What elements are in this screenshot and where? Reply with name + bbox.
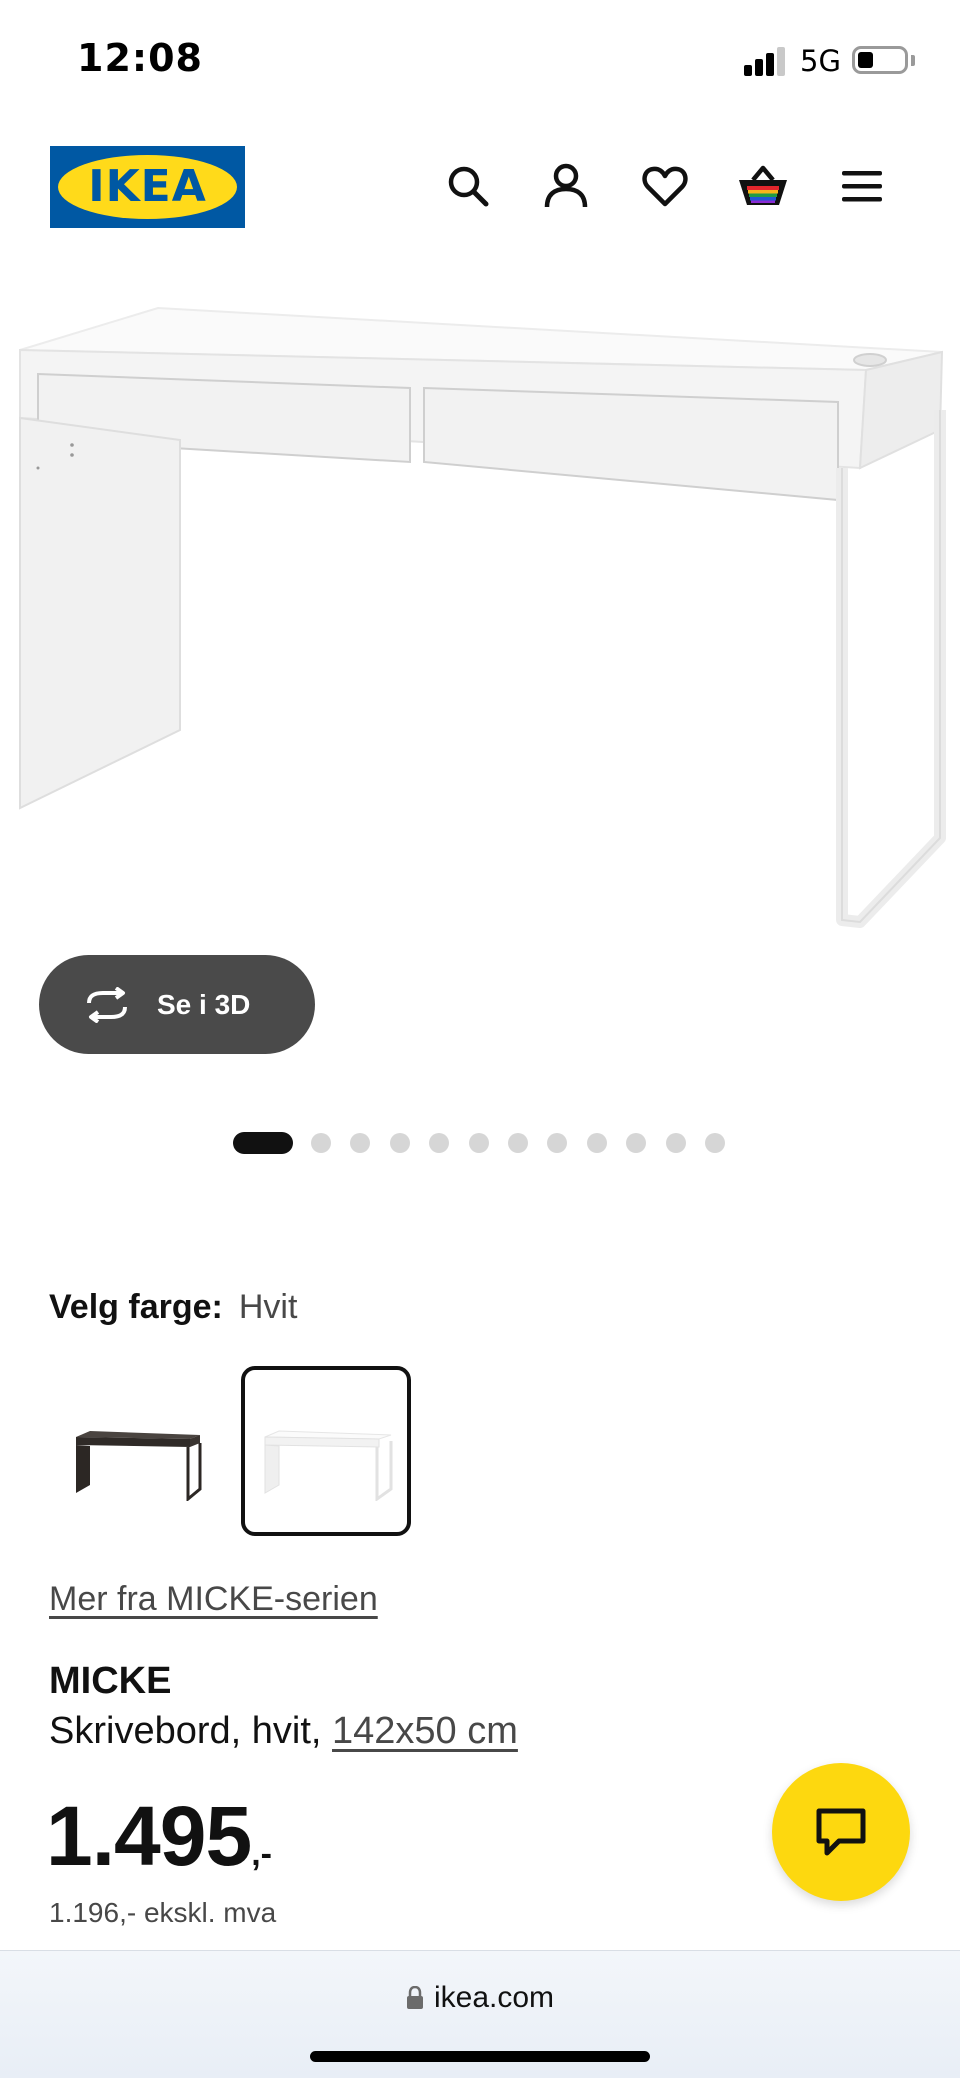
status-time: 12:08 xyxy=(77,36,203,80)
product-measurement-link[interactable]: 142x50 cm xyxy=(332,1710,518,1752)
product-description: Skrivebord, hvit, 142x50 cm xyxy=(49,1710,518,1753)
browser-url-bar[interactable]: ikea.com xyxy=(0,1950,960,2078)
carousel-dot[interactable] xyxy=(587,1133,607,1153)
carousel-dot[interactable] xyxy=(469,1133,489,1153)
series-link[interactable]: Mer fra MICKE-serien xyxy=(49,1580,378,1619)
url-display[interactable]: ikea.com xyxy=(0,1981,960,2015)
carousel-dot[interactable] xyxy=(626,1133,646,1153)
menu-icon[interactable] xyxy=(834,158,890,214)
search-icon[interactable] xyxy=(440,158,496,214)
rotate-3d-icon xyxy=(87,986,127,1023)
chat-icon xyxy=(816,1808,866,1856)
carousel-dot[interactable] xyxy=(705,1133,725,1153)
basket-icon[interactable] xyxy=(735,158,791,214)
battery-icon xyxy=(852,46,908,74)
view-3d-label: Se i 3D xyxy=(157,988,251,1020)
price-main: 1.495 xyxy=(46,1789,252,1883)
desk-thumbnail-white xyxy=(264,1430,393,1501)
signal-icon xyxy=(744,46,788,76)
carousel-dot[interactable] xyxy=(350,1133,370,1153)
carousel-dot[interactable] xyxy=(429,1133,449,1153)
color-label: Velg farge: xyxy=(49,1288,223,1326)
ikea-logo[interactable]: IKEA xyxy=(50,146,245,228)
heart-icon[interactable] xyxy=(637,158,693,214)
color-value: Hvit xyxy=(238,1288,298,1326)
carousel-dot[interactable] xyxy=(547,1133,567,1153)
lock-icon xyxy=(406,1986,423,2009)
carousel-dot[interactable] xyxy=(390,1133,410,1153)
status-bar: 12:08 5G xyxy=(0,0,960,120)
carousel-dot-active[interactable] xyxy=(233,1132,293,1154)
color-selector-label: Velg farge: Hvit xyxy=(49,1288,297,1327)
price-ex-vat: 1.196,- ekskl. mva xyxy=(49,1897,277,1928)
carousel-dot[interactable] xyxy=(666,1133,686,1153)
chat-button[interactable] xyxy=(772,1763,910,1901)
home-indicator[interactable] xyxy=(310,2051,650,2062)
product-price: 1.495,- xyxy=(46,1788,272,1885)
logo-text: IKEA xyxy=(88,161,207,212)
desk-thumbnail-dark xyxy=(76,1431,202,1501)
product-name: MICKE xyxy=(49,1660,172,1702)
carousel-dot[interactable] xyxy=(508,1133,528,1153)
url-text: ikea.com xyxy=(433,1981,555,2014)
account-icon[interactable] xyxy=(538,158,594,214)
color-swatch-black-brown[interactable] xyxy=(50,1366,220,1536)
network-label: 5G xyxy=(800,44,841,78)
color-swatch-white[interactable] xyxy=(241,1366,411,1536)
price-suffix: ,- xyxy=(251,1835,272,1873)
view-3d-button[interactable]: Se i 3D xyxy=(39,955,315,1054)
carousel-dot[interactable] xyxy=(311,1133,331,1153)
battery-tip xyxy=(911,55,915,66)
product-image[interactable] xyxy=(0,290,960,940)
product-type: Skrivebord, hvit, xyxy=(49,1710,322,1752)
